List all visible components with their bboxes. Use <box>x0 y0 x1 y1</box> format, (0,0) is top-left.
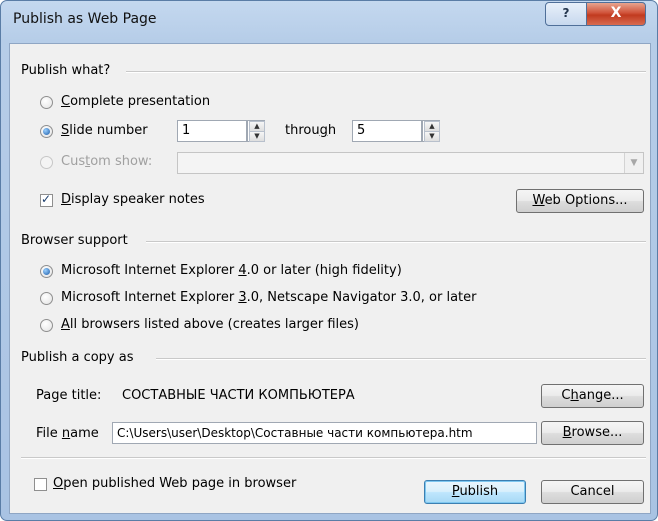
ie3-label[interactable]: Microsoft Internet Explorer 3.0, Netscap… <box>61 290 476 306</box>
footer-divider <box>21 457 646 459</box>
ie4-label[interactable]: Microsoft Internet Explorer 4.0 or later… <box>61 263 402 279</box>
file-name-input[interactable]: C:\Users\user\Desktop\Составные части ко… <box>112 422 537 444</box>
publish-what-heading: Publish what? <box>21 63 111 78</box>
spin-down-icon[interactable]: ▼ <box>249 131 265 142</box>
file-name-label: File name <box>36 426 99 441</box>
slide-number-label[interactable]: Slide number <box>61 123 148 139</box>
complete-presentation-radio[interactable] <box>40 96 53 109</box>
help-button[interactable]: ? <box>545 2 587 26</box>
page-title-label: Page title: <box>36 388 102 403</box>
ie4-radio[interactable] <box>40 265 53 278</box>
help-icon: ? <box>562 6 570 20</box>
all-browsers-radio[interactable] <box>40 319 53 332</box>
slide-to-spinner[interactable]: ▲ ▼ <box>422 120 440 142</box>
close-button[interactable]: X <box>586 2 646 26</box>
open-in-browser-checkbox[interactable] <box>34 478 47 491</box>
display-speaker-notes-checkbox[interactable] <box>40 192 53 207</box>
slide-from-spinner[interactable]: ▲ ▼ <box>247 120 265 142</box>
dialog-body: Publish what? Complete presentation Slid… <box>9 43 651 514</box>
publish-copy-heading: Publish a copy as <box>21 350 134 365</box>
complete-presentation-label[interactable]: Complete presentation <box>61 94 210 110</box>
custom-show-select[interactable]: ▼ <box>177 152 644 174</box>
through-label: through <box>285 123 337 138</box>
ie3-radio[interactable] <box>40 292 53 305</box>
custom-show-label[interactable]: Custom show: <box>61 154 152 170</box>
chevron-down-icon[interactable]: ▼ <box>624 153 643 173</box>
publish-button[interactable]: Publish <box>424 480 526 504</box>
open-in-browser-label[interactable]: Open published Web page in browser <box>53 476 296 492</box>
publish-dialog: Publish as Web Page ? X Publish what? Co… <box>0 0 658 521</box>
cancel-button[interactable]: Cancel <box>541 480 644 504</box>
page-title-value: СОСТАВНЫЕ ЧАСТИ КОМПЬЮТЕРА <box>122 388 355 403</box>
slide-number-radio[interactable] <box>40 125 53 138</box>
slide-from-input[interactable]: 1 <box>177 120 247 142</box>
dialog-title: Publish as Web Page <box>13 11 157 27</box>
browser-support-heading: Browser support <box>21 233 128 248</box>
all-browsers-label[interactable]: All browsers listed above (creates large… <box>61 317 359 333</box>
display-speaker-notes-label[interactable]: Display speaker notes <box>61 192 205 208</box>
publish-copy-divider <box>156 358 646 360</box>
browse-button[interactable]: Browse... <box>541 421 644 445</box>
spin-down-icon[interactable]: ▼ <box>424 131 440 142</box>
change-button[interactable]: Change... <box>541 384 644 408</box>
web-options-button[interactable]: Web Options... <box>516 189 644 213</box>
slide-to-input[interactable]: 5 <box>352 120 422 142</box>
publish-what-divider <box>126 71 646 73</box>
browser-support-divider <box>146 241 646 243</box>
close-icon: X <box>610 5 622 21</box>
custom-show-radio[interactable] <box>40 156 53 169</box>
